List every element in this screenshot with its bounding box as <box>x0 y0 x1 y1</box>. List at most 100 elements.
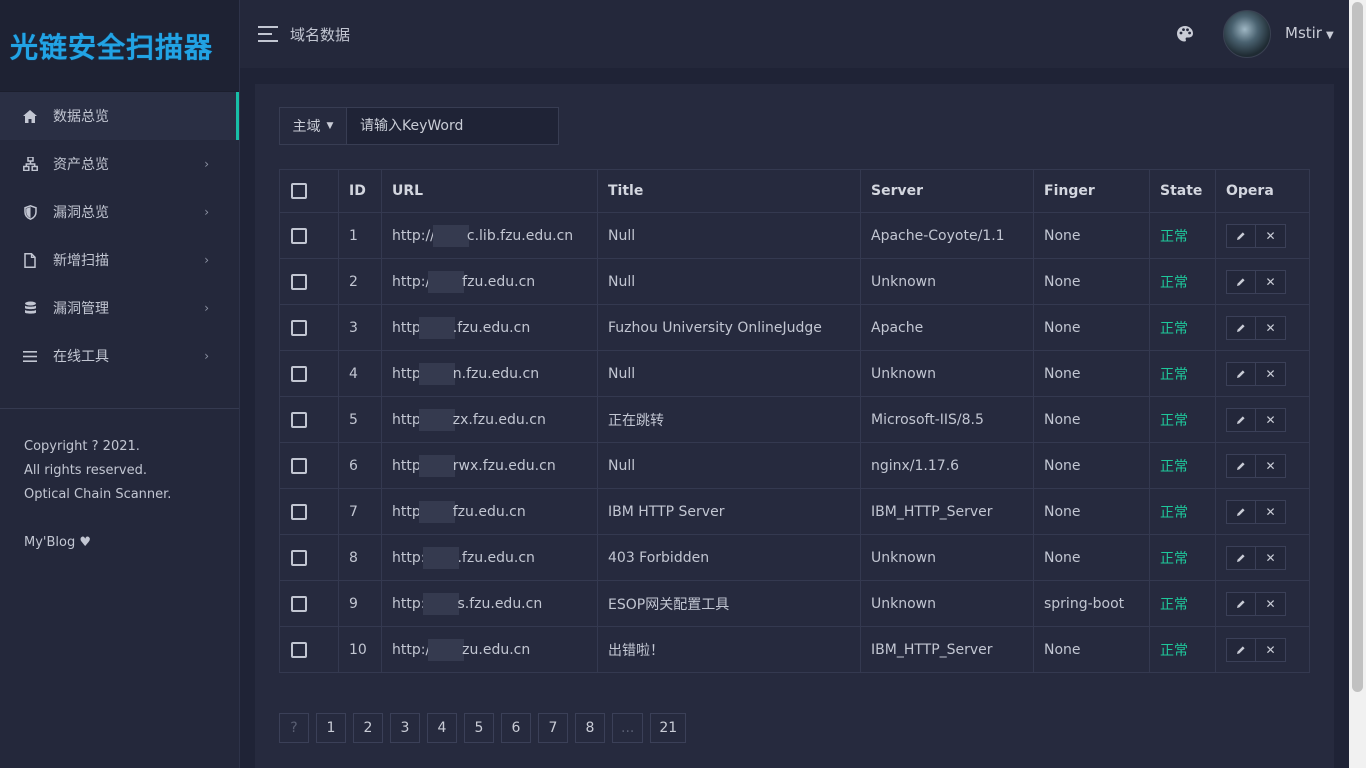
cell-id: 7 <box>338 488 382 535</box>
cell-state: 正常 <box>1149 258 1216 305</box>
row-checkbox-cell <box>279 580 339 627</box>
cell-opera: ✕ <box>1215 534 1310 581</box>
row-checkbox[interactable] <box>291 319 307 336</box>
delete-button[interactable]: ✕ <box>1256 591 1286 616</box>
sitemap-icon <box>22 156 38 172</box>
pencil-icon <box>1237 277 1245 286</box>
scrollbar-thumb[interactable] <box>1352 2 1363 692</box>
cell-server: Apache-Coyote/1.1 <box>860 212 1034 259</box>
vertical-scrollbar[interactable] <box>1349 0 1366 768</box>
row-checkbox[interactable] <box>291 273 307 290</box>
cell-opera: ✕ <box>1215 396 1310 443</box>
page-5-button[interactable]: 5 <box>464 713 494 743</box>
delete-button[interactable]: ✕ <box>1256 545 1286 570</box>
row-checkbox[interactable] <box>291 411 307 428</box>
delete-button[interactable]: ✕ <box>1256 361 1286 386</box>
page-prev-button[interactable]: ? <box>279 713 309 743</box>
table-row: 10 http:/ zu.edu.cn 出错啦！ IBM_HTTP_Server None… <box>279 626 1310 673</box>
delete-button[interactable]: ✕ <box>1256 315 1286 340</box>
cell-url[interactable]: http .fzu.edu.cn <box>381 304 598 351</box>
table-row: 1 http:// c.lib.fzu.edu.cn Null Apache-Coyot… <box>279 212 1310 259</box>
close-icon: ✕ <box>1265 366 1276 381</box>
delete-button[interactable]: ✕ <box>1256 407 1286 432</box>
sidebar-item-label: 漏洞总览 <box>53 205 109 221</box>
row-checkbox[interactable] <box>291 549 307 566</box>
url-prefix: http <box>392 365 421 382</box>
row-checkbox[interactable] <box>291 227 307 244</box>
copyright-text: Copyright ? 2021. <box>24 439 140 454</box>
row-checkbox[interactable] <box>291 595 307 612</box>
scope-dropdown[interactable]: 主域 ▼ <box>279 107 347 145</box>
page-2-button[interactable]: 2 <box>353 713 383 743</box>
row-checkbox[interactable] <box>291 457 307 474</box>
username-label: Mstir <box>1285 24 1322 42</box>
blog-link[interactable]: My'Blog ♥ <box>24 531 215 555</box>
row-checkbox[interactable] <box>291 503 307 520</box>
cell-opera: ✕ <box>1215 442 1310 489</box>
sidebar-item-overview[interactable]: 数据总览 <box>0 92 239 140</box>
sidebar-item-vuln-mgmt[interactable]: 漏洞管理 › <box>0 284 239 332</box>
col-id: ID <box>338 169 382 213</box>
edit-button[interactable] <box>1226 545 1256 570</box>
sidebar-item-label: 数据总览 <box>53 109 109 125</box>
delete-button[interactable]: ✕ <box>1256 637 1286 662</box>
edit-button[interactable] <box>1226 637 1256 662</box>
row-checkbox[interactable] <box>291 641 307 658</box>
cell-id: 3 <box>338 304 382 351</box>
url-suffix: c.lib.fzu.edu.cn <box>466 227 574 244</box>
edit-button[interactable] <box>1226 407 1256 432</box>
cell-url[interactable]: http fzu.edu.cn <box>381 488 598 535</box>
delete-button[interactable]: ✕ <box>1256 269 1286 294</box>
pencil-icon <box>1237 415 1245 424</box>
cell-url[interactable]: http:/ fzu.edu.cn <box>381 258 598 305</box>
page-1-button[interactable]: 1 <box>316 713 346 743</box>
edit-button[interactable] <box>1226 591 1256 616</box>
cell-url[interactable]: http:/ zu.edu.cn <box>381 626 598 673</box>
sidebar-item-tools[interactable]: 在线工具 › <box>0 332 239 380</box>
page-3-button[interactable]: 3 <box>390 713 420 743</box>
cell-url[interactable]: http:// c.lib.fzu.edu.cn <box>381 212 598 259</box>
delete-button[interactable]: ✕ <box>1256 223 1286 248</box>
page-7-button[interactable]: 7 <box>538 713 568 743</box>
cell-finger: None <box>1033 442 1150 489</box>
url-prefix: http:/ <box>392 273 431 290</box>
cell-opera: ✕ <box>1215 626 1310 673</box>
row-checkbox-cell <box>279 488 339 535</box>
app-logo[interactable]: 光链安全扫描器 <box>0 0 239 92</box>
hamburger-icon[interactable] <box>258 26 278 42</box>
user-menu[interactable]: Mstir ▼ <box>1285 24 1334 42</box>
page-last-button[interactable]: 21 <box>650 713 687 743</box>
logo-text: 光链安全扫描器 <box>10 30 214 64</box>
url-prefix: http <box>392 411 421 428</box>
edit-button[interactable] <box>1226 223 1256 248</box>
page-4-button[interactable]: 4 <box>427 713 457 743</box>
edit-button[interactable] <box>1226 315 1256 340</box>
cell-title: ESOP网关配置工具 <box>597 580 861 627</box>
avatar[interactable] <box>1223 10 1271 58</box>
page-6-button[interactable]: 6 <box>501 713 531 743</box>
sidebar-item-new-scan[interactable]: 新增扫描 › <box>0 236 239 284</box>
cell-url[interactable]: http n.fzu.edu.cn <box>381 350 598 397</box>
cell-url[interactable]: http: s.fzu.edu.cn <box>381 580 598 627</box>
cell-finger: None <box>1033 304 1150 351</box>
page-8-button[interactable]: 8 <box>575 713 605 743</box>
edit-button[interactable] <box>1226 453 1256 478</box>
edit-button[interactable] <box>1226 361 1256 386</box>
cell-url[interactable]: http: .fzu.edu.cn <box>381 534 598 581</box>
delete-button[interactable]: ✕ <box>1256 453 1286 478</box>
sidebar-item-label: 在线工具 <box>53 349 109 365</box>
sidebar-item-vulns[interactable]: 漏洞总览 › <box>0 188 239 236</box>
sidebar-item-assets[interactable]: 资产总览 › <box>0 140 239 188</box>
cell-title: Null <box>597 258 861 305</box>
cell-state: 正常 <box>1149 396 1216 443</box>
keyword-search-input[interactable] <box>347 107 559 145</box>
edit-button[interactable] <box>1226 499 1256 524</box>
cell-url[interactable]: http rwx.fzu.edu.cn <box>381 442 598 489</box>
cell-url[interactable]: http zx.fzu.edu.cn <box>381 396 598 443</box>
edit-button[interactable] <box>1226 269 1256 294</box>
select-all-checkbox[interactable] <box>291 183 307 199</box>
cell-id: 1 <box>338 212 382 259</box>
row-checkbox[interactable] <box>291 365 307 382</box>
delete-button[interactable]: ✕ <box>1256 499 1286 524</box>
palette-icon[interactable] <box>1176 25 1194 47</box>
